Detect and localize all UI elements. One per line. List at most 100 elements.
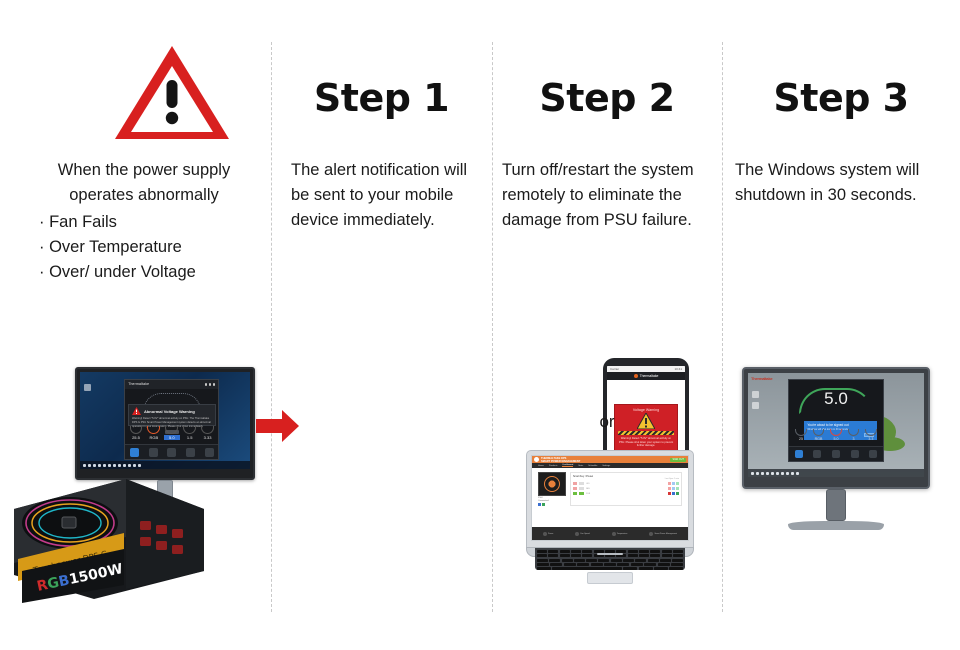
desktop-monitor-shutdown: Thermaltake 5.0 You're about to be signe… [742,367,930,530]
rail-fan: 25.5 [128,426,144,440]
dps-app-titlebar: Thermaltake [125,379,219,389]
dock3-setting-icon[interactable] [869,450,878,459]
preset-row[interactable]: LED [573,482,679,485]
rail3-led: RGB [811,429,826,441]
step2-body: Turn off/restart the system remotely to … [502,161,694,229]
dps-app-brand: Thermaltake [128,382,150,387]
sign-out-button[interactable]: SIGN OUT [670,457,686,462]
psu-card-status: Connected [538,500,549,502]
abnormal-voltage-dialog: Abnormal Voltage Warning Warning! Detect… [127,404,216,435]
dock3-home-icon[interactable] [794,450,803,459]
site-header: THERMALTAKE DPS SMART POWER MANAGEMENT S… [532,456,688,463]
column-step2: Step 2 Turn off/restart the system remot… [492,0,722,650]
monitor3-screen: Thermaltake 5.0 You're about to be signe… [748,373,924,477]
nav-schedule[interactable]: Schedule [588,465,597,467]
psu-thumbnail [538,472,566,496]
rail3-3v3: 3.3 [864,429,879,441]
monitor3-stand-base [788,521,884,530]
step3-body: The Windows system will shutdown in 30 s… [735,161,920,204]
or-separator-label: or [599,412,615,431]
condition-bullet-list: · Fan Fails · Over Temperature · Over/ u… [39,210,269,285]
laptop-screen: THERMALTAKE DPS SMART POWER MANAGEMENT S… [531,455,689,541]
dashboard-footer: Power Fan Speed Temperature Smart Power … [532,527,688,540]
dock-cloud-icon[interactable] [185,447,195,457]
laptop-dashboard: THERMALTAKE DPS SMART POWER MANAGEMENT S… [526,450,694,584]
laptop-trackpad[interactable] [587,572,633,584]
dps-rail-readouts-3: 25 RGB 5.0 3 3.3 [792,429,879,441]
preset-row[interactable]: FAN [573,487,679,490]
footer-metric-power: Power [543,531,553,536]
panel-subtitle: Last Sync 5 min [664,478,679,480]
step1-body: The alert notification will be sent to y… [291,161,468,229]
gauge-arc-3 [798,388,874,415]
dps-app-window-3: 5.0 You're about to be signed out Window… [788,379,884,463]
rail-led: RGB [146,426,162,440]
rail-12v: 1.5 [182,426,198,440]
dock-home-icon[interactable] [130,447,139,457]
monitor3-stand-neck [826,489,846,521]
dialog-title: Abnormal Voltage Warning [143,408,195,414]
rail3-12v: 3 [846,429,861,441]
step1-title: Step 1 [313,76,450,120]
laptop-lid: THERMALTAKE DPS SMART POWER MANAGEMENT S… [526,450,694,548]
dock3-statistics-icon[interactable] [831,450,840,459]
nav-products[interactable]: Products [549,465,558,467]
nav-stats[interactable]: Stats [578,465,583,467]
psu-fan-icon [544,476,560,492]
toast-title: You're about to be signed out [807,423,849,428]
condition-bullet-1: · Over Temperature [39,238,182,256]
desktop-icons-3[interactable] [752,391,759,409]
psu-status-dots [538,503,566,506]
column-condition: When the power supply operates abnormall… [0,0,299,650]
dock-setting-icon[interactable] [204,447,214,457]
rail-5v: 5.0 [163,426,180,441]
step2-title: Step 2 [539,76,675,120]
laptop-front-notch [597,553,623,555]
desktop-icons [84,384,91,391]
condition-bullet-2: · Over/ under Voltage [39,263,196,281]
rail-3v3: 3.33 [200,426,216,440]
column-step3: Step 3 The Windows system will shutdown … [722,0,960,650]
infographic-canvas: When the power supply operates abnormall… [0,0,960,650]
step3-title: Step 3 [773,76,909,120]
laptop-keyboard[interactable] [535,548,685,571]
psu-card-caption: PSU [538,497,543,499]
condition-line-1: When the power supply [57,161,231,179]
nav-settings[interactable]: Settings [602,465,610,467]
dialog-warning-icon [131,407,141,416]
condition-line-2: operates abnormally [69,186,219,204]
preset-row[interactable]: RGB [573,492,679,495]
psu-device-card[interactable]: PSU Connected [538,472,566,506]
site-title-line2: SMART POWER MANAGEMENT [541,459,581,463]
condition-bullet-0: · Fan Fails [39,213,117,231]
rail3-fan: 25 [794,429,809,441]
dps-dock [125,444,219,460]
dock3-cloud-icon[interactable] [850,450,859,459]
nav-home[interactable]: Home [538,465,544,467]
dialog-title-row: Abnormal Voltage Warning [131,407,212,416]
dps-rail-readouts: 25.5 RGB 5.0 1.5 3.33 [127,426,216,441]
footer-metric-temp: Temperature [611,531,627,536]
desktop-brand-watermark: Thermaltake [751,376,773,381]
dashboard-body: PSU Connected Smart Key / Preset Last Sy… [532,468,688,510]
power-supply-unit: Toughpower DPS G RGB1500W [8,463,208,603]
site-logo-icon [534,457,539,462]
window-controls[interactable] [204,383,216,386]
footer-metric-fan: Fan Speed [575,531,590,536]
dps-dock-3 [789,446,883,462]
smart-key-panel: Smart Key / Preset Last Sync 5 min LED F… [570,472,682,506]
footer-metric-spm: Smart Power Management [649,531,677,536]
rail3-5v: 5.0 [829,429,844,441]
warning-triangle-icon [113,42,231,142]
monitor3-bezel: Thermaltake 5.0 You're about to be signe… [742,367,930,489]
nav-dashboard[interactable]: Dashboard [562,464,574,467]
dock-gaming-icon[interactable] [148,447,158,457]
dps-app-window: Thermaltake Abnormal Voltage Warning War… [124,378,220,461]
laptop-base [526,547,694,584]
condition-text-block: When the power supply operates abnormall… [19,158,269,285]
dock3-gaming-icon[interactable] [813,450,822,459]
monitor-screen: Thermaltake Abnormal Voltage Warning War… [80,372,250,469]
dock-statistics-icon[interactable] [167,447,177,457]
windows-taskbar-3[interactable] [748,469,924,477]
column-step1: Step 1 The alert notification will be se… [271,0,786,650]
